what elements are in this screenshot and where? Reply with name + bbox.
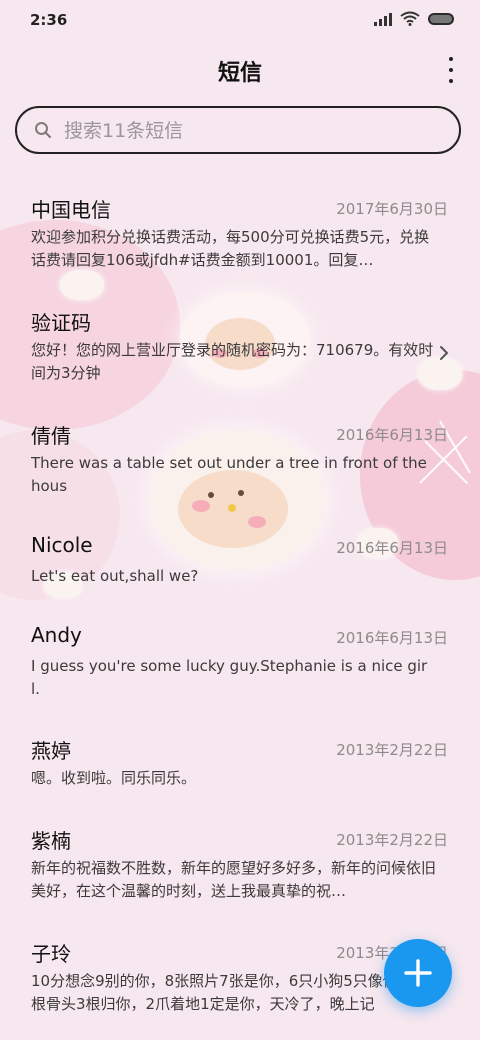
- more-vertical-icon: [449, 57, 453, 61]
- message-preview: 欢迎参加积分兑换话费活动，每500分可兑换话费5元，兑换话费请回复106或jfd…: [31, 228, 430, 269]
- message-item[interactable]: 燕婷 2013年2月22日 嗯。收到啦。同乐同乐。: [0, 721, 480, 811]
- message-sender: 紫楠: [31, 829, 71, 853]
- message-date: 2013年2月22日: [336, 741, 448, 759]
- message-date: 2016年6月13日: [336, 539, 448, 557]
- message-preview: I guess you're some lucky guy.Stephanie …: [31, 657, 428, 698]
- message-item[interactable]: 验证码 您好！您的网上营业厅登录的随机密码为：710679。有效时间为3分钟: [0, 293, 480, 405]
- chevron-right-icon: [440, 346, 448, 360]
- new-message-button[interactable]: [384, 939, 452, 1007]
- wifi-icon: [400, 11, 420, 26]
- more-options-button[interactable]: [446, 57, 456, 83]
- page-title: 短信: [217, 61, 262, 86]
- message-date: 2013年2月22日: [336, 831, 448, 849]
- message-date: 2016年6月13日: [336, 629, 448, 647]
- message-preview: 10分想念9别的你，8张照片7张是你，6只小狗5只像你，4根骨头3根归你，2爪着…: [31, 972, 423, 1013]
- message-item[interactable]: 中国电信 2017年6月30日 欢迎参加积分兑换话费活动，每500分可兑换话费5…: [0, 180, 480, 292]
- signal-icon: [374, 12, 392, 26]
- message-preview: Let's eat out,shall we?: [31, 567, 199, 585]
- message-sender: 燕婷: [31, 739, 71, 763]
- message-item[interactable]: Nicole 2016年6月13日 Let's eat out,shall we…: [0, 519, 480, 609]
- message-preview: 您好！您的网上营业厅登录的随机密码为：710679。有效时间为3分钟: [31, 341, 434, 382]
- message-sender: 子玲: [31, 942, 71, 966]
- message-preview: There was a table set out under a tree i…: [31, 454, 427, 495]
- message-item[interactable]: 紫楠 2013年2月22日 新年的祝福数不胜数，新年的愿望好多好多，新年的问候依…: [0, 811, 480, 923]
- message-sender: Andy: [31, 623, 82, 647]
- message-sender: 倩倩: [31, 424, 71, 448]
- search-bar[interactable]: [15, 106, 461, 154]
- search-input[interactable]: [62, 108, 446, 154]
- message-sender: Nicole: [31, 533, 93, 557]
- status-icons: [374, 11, 454, 26]
- status-bar: 2:36: [0, 0, 480, 40]
- message-date: 2016年6月13日: [336, 426, 448, 444]
- message-sender: 验证码: [31, 311, 91, 335]
- message-preview: 嗯。收到啦。同乐同乐。: [31, 769, 197, 787]
- message-sender: 中国电信: [31, 198, 111, 222]
- app-header: 短信: [0, 50, 480, 90]
- search-icon: [35, 122, 52, 139]
- message-item[interactable]: 倩倩 2016年6月13日 There was a table set out …: [0, 406, 480, 518]
- message-preview: 新年的祝福数不胜数，新年的愿望好多好多，新年的问候依旧美好，在这个温馨的时刻，送…: [31, 859, 436, 900]
- message-date: 2017年6月30日: [336, 200, 448, 218]
- battery-icon: [428, 12, 454, 25]
- plus-icon: [404, 959, 432, 987]
- status-time: 2:36: [30, 11, 68, 29]
- message-item[interactable]: Andy 2016年6月13日 I guess you're some luck…: [0, 609, 480, 721]
